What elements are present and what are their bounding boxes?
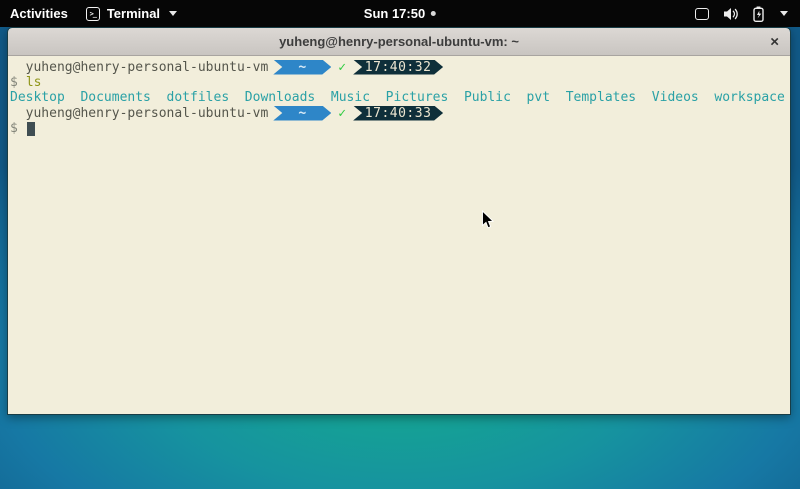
prompt-check-icon: ✓ xyxy=(338,60,346,75)
prompt-dollar: $ xyxy=(10,121,18,136)
clock-button[interactable]: Sun 17:50 xyxy=(364,0,436,27)
volume-icon xyxy=(723,7,739,21)
window-titlebar[interactable]: yuheng@henry-personal-ubuntu-vm: ~ × xyxy=(8,28,790,56)
prompt-time-segment: 17:40:33 xyxy=(353,106,443,121)
app-menu-terminal[interactable]: >_ Terminal xyxy=(86,6,177,21)
terminal-content[interactable]: yuheng@henry-personal-ubuntu-vm ~ ✓ 17:4… xyxy=(8,56,790,414)
top-bar: Activities >_ Terminal Sun 17:50 xyxy=(0,0,800,27)
notification-dot-icon xyxy=(431,11,436,16)
ls-output: Desktop Documents dotfiles Downloads Mus… xyxy=(10,90,790,105)
prompt-path-segment: ~ xyxy=(273,106,331,121)
top-bar-left: Activities >_ Terminal xyxy=(0,6,177,21)
app-menu-chevron-icon xyxy=(169,11,177,16)
terminal-window: yuheng@henry-personal-ubuntu-vm: ~ × yuh… xyxy=(7,27,791,415)
activities-button[interactable]: Activities xyxy=(10,6,68,21)
terminal-app-icon: >_ xyxy=(86,7,100,21)
prompt-line-1: yuheng@henry-personal-ubuntu-vm ~ ✓ 17:4… xyxy=(10,59,790,75)
current-input-line: $ xyxy=(10,121,790,136)
screen-icon xyxy=(695,8,709,20)
window-title: yuheng@henry-personal-ubuntu-vm: ~ xyxy=(279,34,519,49)
mouse-pointer-icon xyxy=(481,210,494,230)
system-status-menu[interactable] xyxy=(695,6,800,22)
status-menu-chevron-icon xyxy=(780,11,788,16)
prompt-check-icon: ✓ xyxy=(338,106,346,121)
prompt-path-segment: ~ xyxy=(273,60,331,75)
typed-command: ls xyxy=(26,75,42,90)
command-line: $ ls xyxy=(10,75,790,90)
text-cursor xyxy=(27,122,35,136)
battery-charging-icon xyxy=(753,6,764,22)
clock-label: Sun 17:50 xyxy=(364,6,425,21)
close-icon[interactable]: × xyxy=(770,34,779,49)
app-menu-label: Terminal xyxy=(107,6,160,21)
prompt-time-segment: 17:40:32 xyxy=(353,60,443,75)
prompt-line-2: yuheng@henry-personal-ubuntu-vm ~ ✓ 17:4… xyxy=(10,105,790,121)
prompt-dollar: $ xyxy=(10,75,18,90)
prompt-user-host: yuheng@henry-personal-ubuntu-vm xyxy=(10,60,268,75)
prompt-user-host: yuheng@henry-personal-ubuntu-vm xyxy=(10,106,268,121)
